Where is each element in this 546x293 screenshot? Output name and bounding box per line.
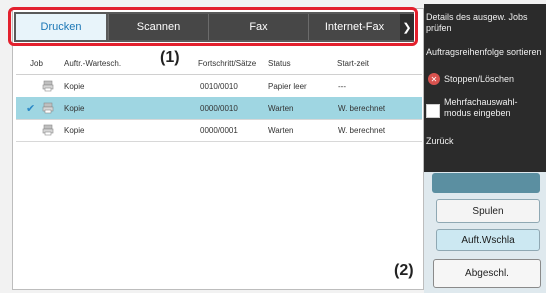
done-button[interactable]: Abgeschl. [433,259,541,288]
row-name: Kopie [64,125,85,135]
menu-back[interactable]: Zurück [426,136,544,147]
row-progress: 0000/0001 [200,125,238,135]
spool-button[interactable]: Spulen [436,199,540,223]
job-queue-button[interactable]: Auft.Wschla [436,229,540,251]
row-start: --- [338,81,346,91]
printer-job-icon [42,97,54,119]
row-start: W. berechnet [338,125,386,135]
table-header: Job Auftr.-Wartesch. Fortschritt/Sätze S… [16,52,422,75]
row-progress: 0010/0010 [200,81,238,91]
menu-stop-label: Stoppen/Löschen [444,74,515,84]
menu-sort-order[interactable]: Auftragsreihenfolge sortieren [426,47,544,58]
col-job: Job [30,58,43,68]
col-status: Status [268,58,291,68]
stop-icon: ✕ [428,73,440,85]
checkbox[interactable] [426,104,440,118]
row-status: Papier leer [268,81,307,91]
row-status: Warten [268,103,294,113]
row-start: W. berechnet [338,103,386,113]
row-status: Warten [268,125,294,135]
tabs-highlight [8,7,418,46]
printer-job-icon [42,75,54,97]
table-row[interactable]: ✔ Kopie 0000/0010 Warten W. berechnet [16,97,422,120]
job-status-screen: Drucken Scannen Fax Internet-Fax ❯ (1) (… [0,0,546,293]
col-start-time: Start-zeit [337,58,370,68]
col-queue: Auftr.-Wartesch. [64,58,122,68]
menu-details[interactable]: Details des ausgew. Jobs prüfen [426,12,544,34]
table-row[interactable]: Kopie 0010/0010 Papier leer --- [16,75,422,98]
button-frame [432,173,540,193]
row-name: Kopie [64,81,85,91]
action-panel: Details des ausgew. Jobs prüfen Auftrags… [424,4,546,172]
row-name: Kopie [64,103,85,113]
callout-2: (2) [394,262,414,279]
col-progress: Fortschritt/Sätze [198,58,257,68]
menu-multi-label: Mehrfachauswahl-modus eingeben [444,97,518,118]
menu-multi-select[interactable]: Mehrfachauswahl-modus eingeben [426,97,544,123]
printer-job-icon [42,119,54,141]
checkmark-icon: ✔ [26,102,36,115]
row-progress: 0000/0010 [200,103,238,113]
job-list-pane [12,8,424,290]
menu-stop-delete[interactable]: ✕ Stoppen/Löschen [426,72,544,86]
table-row[interactable]: Kopie 0000/0001 Warten W. berechnet [16,119,422,142]
